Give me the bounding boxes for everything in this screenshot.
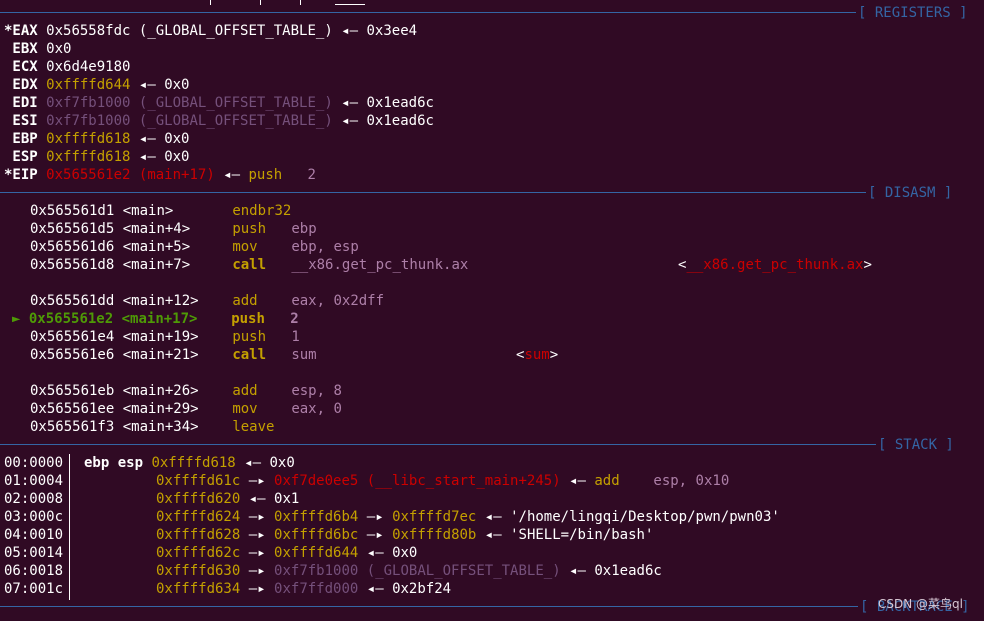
- stack-row: 00:0000: [4, 455, 64, 471]
- section-label: [ DISASM ]: [868, 185, 953, 201]
- stack-entry: ebp esp 0xffffd618 ◂— 0x0: [84, 455, 295, 471]
- section-label: [ REGISTERS ]: [858, 5, 968, 21]
- stack-row: 07:001c: [4, 581, 64, 597]
- register-ebx: EBX 0x0: [4, 41, 72, 57]
- section-header-stack: [ STACK ]: [0, 436, 984, 454]
- section-header-backtrace: [ BACKTRACE ]: [0, 598, 984, 616]
- register-eax: *EAX 0x56558fdc (_GLOBAL_OFFSET_TABLE_) …: [4, 23, 418, 39]
- disasm-current-line: ► 0x565561e2 <main+17> push 2: [12, 311, 299, 327]
- separator-line: [0, 606, 858, 607]
- stack-entry: 0xffffd634 —▸ 0xf7ffd000 ◂— 0x2bf24: [156, 581, 452, 597]
- stack-row: 03:000c: [4, 509, 64, 525]
- stack-entry: 0xffffd62c —▸ 0xffffd644 ◂— 0x0: [156, 545, 418, 561]
- stack-entry: 0xffffd624 —▸ 0xffffd6b4 —▸ 0xffffd7ec ◂…: [156, 509, 780, 525]
- stack-row: 06:0018: [4, 563, 64, 579]
- current-instruction-marker-icon: ►: [12, 311, 21, 327]
- separator-line: [0, 444, 876, 445]
- stack-row: 04:0010: [4, 527, 64, 543]
- stack-divider: [69, 454, 70, 600]
- register-eip: *EIP 0x565561e2 (main+17) ◂— push 2: [4, 167, 316, 183]
- register-esi: ESI 0xf7fb1000 (_GLOBAL_OFFSET_TABLE_) ◂…: [4, 113, 434, 129]
- register-edx: EDX 0xffffd644 ◂— 0x0: [4, 77, 190, 93]
- register-ebp: EBP 0xffffd618 ◂— 0x0: [4, 131, 190, 147]
- register-esp: ESP 0xffffd618 ◂— 0x0: [4, 149, 190, 165]
- disasm-line: 0x565561d1 <main> endbr32: [30, 203, 292, 219]
- register-edi: EDI 0xf7fb1000 (_GLOBAL_OFFSET_TABLE_) ◂…: [4, 95, 434, 111]
- separator-line: [0, 12, 856, 13]
- stack-entry: 0xffffd630 —▸ 0xf7fb1000 (_GLOBAL_OFFSET…: [156, 563, 662, 579]
- separator-line: [0, 192, 866, 193]
- section-header-registers: [ REGISTERS ]: [0, 4, 984, 22]
- disasm-line: 0x565561eb <main+26> add esp, 8: [30, 383, 342, 399]
- disasm-line: 0x565561e6 <main+21> call sum: [30, 347, 317, 363]
- disasm-line: 0x565561d8 <main+7> call __x86.get_pc_th…: [30, 257, 469, 273]
- stack-entry: 0xffffd620 ◂— 0x1: [156, 491, 300, 507]
- disasm-line: 0x565561e4 <main+19> push 1: [30, 329, 300, 345]
- stack-row: 05:0014: [4, 545, 64, 561]
- call-target: <__x86.get_pc_thunk.ax>: [678, 257, 872, 273]
- terminal-window: [ REGISTERS ] *EAX 0x56558fdc (_GLOBAL_O…: [0, 0, 984, 621]
- section-label: [ STACK ]: [878, 437, 954, 453]
- stack-entry: 0xffffd628 —▸ 0xffffd6bc —▸ 0xffffd80b ◂…: [156, 527, 654, 543]
- stack-row: 02:0008: [4, 491, 64, 507]
- register-ecx: ECX 0x6d4e9180: [4, 59, 131, 75]
- csdn-watermark: CSDN @菜鸟ql: [878, 597, 963, 611]
- disasm-line: 0x565561d5 <main+4> push ebp: [30, 221, 317, 237]
- stack-entry: 0xffffd61c —▸ 0xf7de0ee5 (__libc_start_m…: [156, 473, 730, 489]
- disasm-line: 0x565561d6 <main+5> mov ebp, esp: [30, 239, 359, 255]
- section-header-disasm: [ DISASM ]: [0, 184, 984, 202]
- disasm-line: 0x565561ee <main+29> mov eax, 0: [30, 401, 342, 417]
- stack-row: 01:0004: [4, 473, 64, 489]
- call-target: <sum>: [516, 347, 559, 363]
- disasm-line: 0x565561f3 <main+34> leave: [30, 419, 275, 435]
- disasm-line: 0x565561dd <main+12> add eax, 0x2dff: [30, 293, 385, 309]
